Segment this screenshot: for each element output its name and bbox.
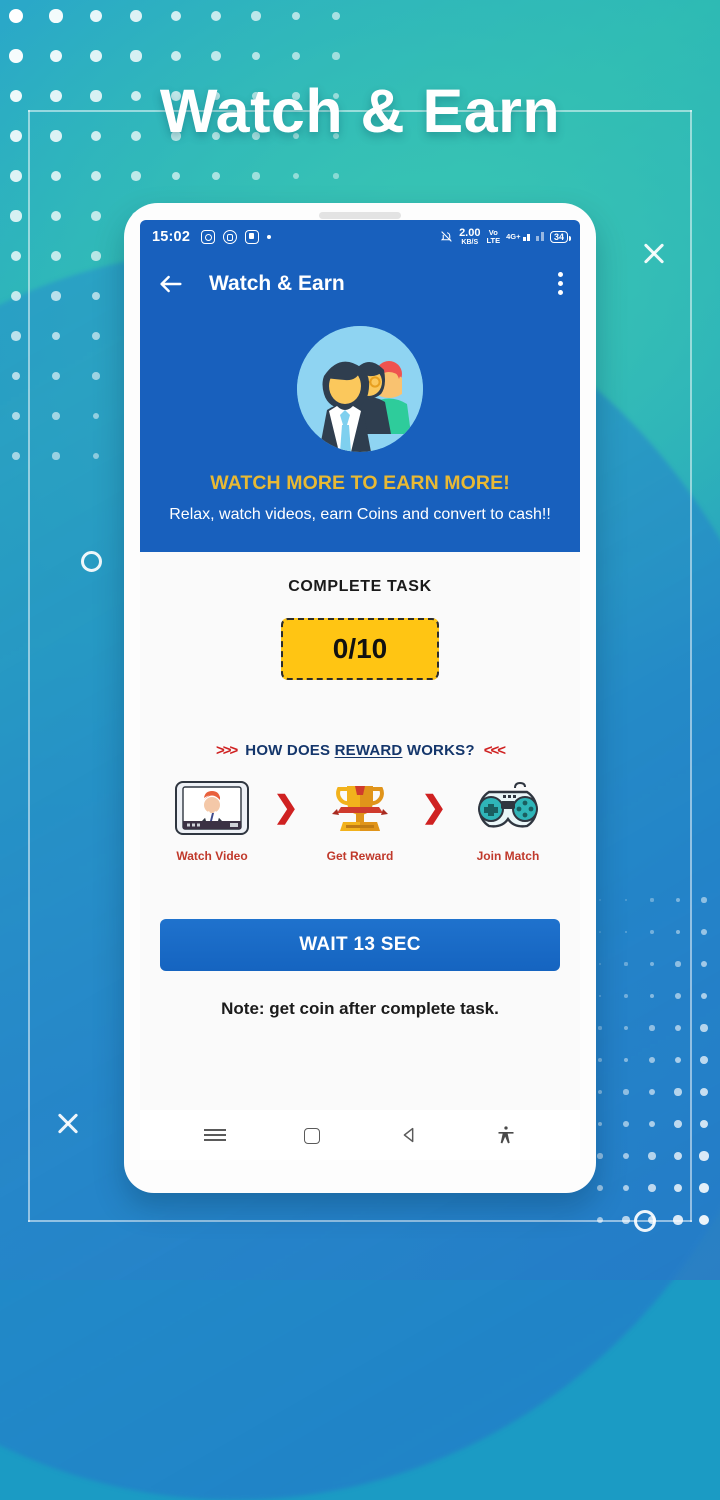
phone-mockup: 15:02 2.00 KB/S Vo LTE 4G+ 34 Watch & Ea…: [124, 203, 596, 1193]
heading-underlined: REWARD: [334, 741, 403, 759]
back-icon[interactable]: [398, 1124, 420, 1146]
home-icon[interactable]: [301, 1124, 323, 1146]
data-speed-value: 2.00: [459, 226, 481, 239]
instagram-icon: [201, 229, 216, 244]
accessibility-icon[interactable]: [495, 1124, 517, 1146]
trophy-icon: [312, 779, 408, 837]
chevrons-left-icon: >>>: [216, 741, 238, 759]
step-label: Join Match: [476, 848, 540, 863]
recents-menu-icon[interactable]: [203, 1124, 226, 1146]
app-round-icon: [223, 229, 238, 244]
app-body: COMPLETE TASK 0/10 >>> HOW DOES REWARD W…: [140, 551, 580, 1115]
volte-icon: Vo LTE: [486, 229, 500, 244]
frame-line-right: [690, 110, 692, 1222]
data-speed-unit: KB/S: [461, 238, 479, 246]
hero-section: WATCH MORE TO EARN MORE! Relax, watch vi…: [140, 314, 580, 552]
hero-subtext: Relax, watch videos, earn Coins and conv…: [169, 506, 551, 523]
complete-task-label: COMPLETE TASK: [288, 577, 432, 595]
app-bar: Watch & Earn: [140, 253, 580, 314]
decor-x-top-right: [641, 240, 667, 266]
step-join-match[interactable]: Join Match: [460, 779, 556, 863]
app-bar-title: Watch & Earn: [209, 271, 345, 295]
people-group-illustration: [297, 326, 423, 452]
heading-prefix: HOW DOES: [245, 741, 335, 759]
phone-screen: 15:02 2.00 KB/S Vo LTE 4G+ 34 Watch & Ea…: [140, 220, 580, 1160]
decor-x-bottom-left: [55, 1110, 81, 1136]
heading-suffix: WORKS?: [402, 741, 475, 759]
step-get-reward[interactable]: Get Reward: [312, 779, 408, 863]
data-speed-indicator: 2.00 KB/S: [459, 226, 481, 246]
notification-dot: [267, 234, 272, 239]
wait-button[interactable]: WAIT 13 SEC: [160, 918, 560, 971]
bell-muted-icon: [440, 230, 453, 243]
back-arrow-icon[interactable]: [157, 270, 185, 298]
battery-icon: 34: [549, 230, 571, 243]
phone-speaker: [319, 212, 401, 219]
step-label: Get Reward: [326, 848, 394, 863]
frame-line-left: [28, 110, 30, 1222]
promo-title: Watch & Earn: [159, 77, 561, 145]
decor-ring-left: [81, 551, 102, 572]
step-arrow-1: ❯: [273, 790, 299, 824]
app-square-icon: [245, 229, 260, 244]
reward-steps: Watch Video ❯ Get Reward ❯ Join Match: [160, 779, 560, 863]
gamepad-icon: [460, 779, 556, 837]
volte-bottom: LTE: [486, 235, 501, 245]
frame-line-bottom: [28, 1220, 692, 1222]
status-clock: 15:02: [152, 228, 191, 245]
status-bar: 15:02 2.00 KB/S Vo LTE 4G+ 34: [140, 220, 580, 253]
note-text: Note: get coin after complete task.: [221, 998, 499, 1018]
decor-ring-bottom-right: [634, 1210, 656, 1232]
kebab-menu-icon[interactable]: [558, 272, 563, 295]
signal-icon: 4G+: [506, 232, 531, 241]
tablet-video-icon: [164, 779, 260, 837]
step-label: Watch Video: [176, 848, 248, 863]
step-watch-video[interactable]: Watch Video: [164, 779, 260, 863]
hero-headline: WATCH MORE TO EARN MORE!: [210, 472, 510, 494]
task-counter-badge[interactable]: 0/10: [281, 617, 439, 680]
reward-heading-text: HOW DOES REWARD WORKS?: [245, 742, 474, 759]
signal-secondary-icon: [536, 232, 544, 241]
reward-section-heading: >>> HOW DOES REWARD WORKS? <<<: [160, 742, 560, 759]
chevrons-right-icon: <<<: [483, 741, 506, 759]
android-nav-bar: [140, 1110, 580, 1160]
network-type: 4G+: [506, 232, 521, 241]
step-arrow-2: ❯: [421, 790, 447, 824]
